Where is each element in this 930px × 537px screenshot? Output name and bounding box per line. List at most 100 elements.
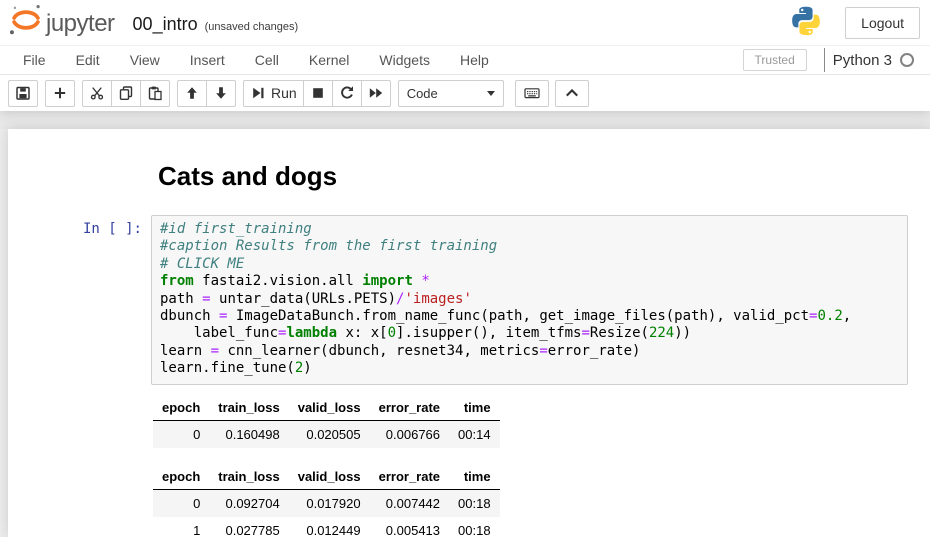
page-background-band [0,111,930,129]
column-header-valid_loss: valid_loss [289,396,370,421]
notebook-container: Cats and dogs In [ ]: #id first_training… [8,129,930,537]
code-line: #id first_training [160,221,907,238]
jupyter-wordmark: jupyter [46,10,115,38]
kernel-name: Python 3 [833,52,892,69]
chevron-up-icon [564,85,580,101]
menu-item-edit[interactable]: Edit [61,47,115,73]
trusted-badge[interactable]: Trusted [743,49,807,71]
markdown-heading: Cats and dogs [151,161,930,191]
markdown-cell: Cats and dogs [8,155,930,215]
python-logo-icon [789,4,823,43]
menu-items: FileEditViewInsertCellKernelWidgetsHelp [8,47,504,73]
add-cell-button[interactable] [45,80,75,107]
kernel-divider [824,48,825,72]
table-cell: 0.012449 [289,517,370,537]
column-header-time: time [449,396,500,421]
restart-button[interactable] [332,80,362,107]
cut-icon [89,85,105,101]
jupyter-logo[interactable]: jupyter [8,2,115,43]
input-prompt-area: In [ ]: [8,215,151,385]
toolbar-button-group: Run [243,80,391,107]
toolbar-groups: Run [8,80,398,107]
chevron-up-button[interactable] [555,80,589,107]
column-header-epoch: epoch [153,465,209,490]
menu-item-insert[interactable]: Insert [175,47,240,73]
code-line: #caption Results from the first training [160,238,907,255]
table-cell: 0.027785 [209,517,288,537]
restart-run-all-icon [368,85,384,101]
cell-type-dropdown[interactable]: Code [398,80,504,107]
menu-item-kernel[interactable]: Kernel [294,47,364,73]
column-header-epoch: epoch [153,396,209,421]
move-down-icon [213,85,229,101]
header-block: jupyter 00_intro (unsaved changes) Logou… [0,0,930,111]
input-prompt: In [ ]: [83,221,142,237]
column-header-error_rate: error_rate [370,396,449,421]
code-line: label_func=lambda x: x[0].isupper(), ite… [160,325,907,342]
toolbar: Run Code [0,75,930,111]
save-icon [15,85,31,101]
code-line: from fastai2.vision.all import * [160,273,907,290]
column-header-error_rate: error_rate [370,465,449,490]
table-cell: 0 [153,489,209,517]
move-up-icon [184,85,200,101]
add-cell-icon [52,85,68,101]
copy-button[interactable] [111,80,141,107]
cut-button[interactable] [82,80,112,107]
table-row: 00.0927040.0179200.00744200:18 [153,489,500,517]
table-cell: 0.160498 [209,420,288,448]
code-line: learn = cnn_learner(dbunch, resnet34, me… [160,343,907,360]
paste-button[interactable] [140,80,170,107]
menu-item-cell[interactable]: Cell [240,47,294,73]
table-cell: 00:18 [449,489,500,517]
table-cell: 00:14 [449,420,500,448]
table-cell: 0.017920 [289,489,370,517]
toolbar-button-group [45,80,75,107]
code-line: learn.fine_tune(2) [160,360,907,377]
copy-icon [118,85,134,101]
notebook-title[interactable]: 00_intro [133,14,198,35]
table-cell: 00:18 [449,517,500,537]
menu-item-widgets[interactable]: Widgets [364,47,445,73]
output-area: epochtrain_lossvalid_losserror_ratetime0… [153,396,930,537]
column-header-train_loss: train_loss [209,396,288,421]
menubar: FileEditViewInsertCellKernelWidgetsHelp … [0,45,930,75]
stop-icon [310,85,326,101]
restart-run-all-button[interactable] [361,80,391,107]
column-header-train_loss: train_loss [209,465,288,490]
toolbar-button-group [82,80,170,107]
table-row: 00.1604980.0205050.00676600:14 [153,420,500,448]
code-cell: In [ ]: #id first_training#caption Resul… [8,215,930,385]
table-cell: 0.006766 [370,420,449,448]
code-editor[interactable]: #id first_training#caption Results from … [151,215,908,385]
column-header-time: time [449,465,500,490]
table-cell: 0.007442 [370,489,449,517]
toolbar-extras [516,80,596,107]
markdown-prompt-spacer [8,155,151,215]
checkpoint-status: (unsaved changes) [205,21,299,33]
save-button[interactable] [8,80,38,107]
header-bar: jupyter 00_intro (unsaved changes) Logou… [0,0,930,45]
jupyter-logo-icon [8,2,44,43]
run-button-label: Run [271,85,297,101]
caret-down-icon [487,91,495,96]
table-row: 10.0277850.0124490.00541300:18 [153,517,500,537]
table-cell: 1 [153,517,209,537]
menu-item-help[interactable]: Help [445,47,504,73]
command-palette-button[interactable] [515,80,549,107]
code-line: path = untar_data(URLs.PETS)/'images' [160,291,907,308]
menu-item-view[interactable]: View [115,47,175,73]
move-down-button[interactable] [206,80,236,107]
toolbar-button-group [8,80,38,107]
paste-icon [147,85,163,101]
kernel-idle-indicator-icon [900,53,914,67]
run-icon [250,85,266,101]
run-button[interactable]: Run [243,80,304,107]
code-line: # CLICK ME [160,256,907,273]
stop-button[interactable] [303,80,333,107]
restart-icon [339,85,355,101]
menu-item-file[interactable]: File [8,47,61,73]
move-up-button[interactable] [177,80,207,107]
jupyter-notebook-app: jupyter 00_intro (unsaved changes) Logou… [0,0,930,537]
logout-button[interactable]: Logout [845,7,920,39]
